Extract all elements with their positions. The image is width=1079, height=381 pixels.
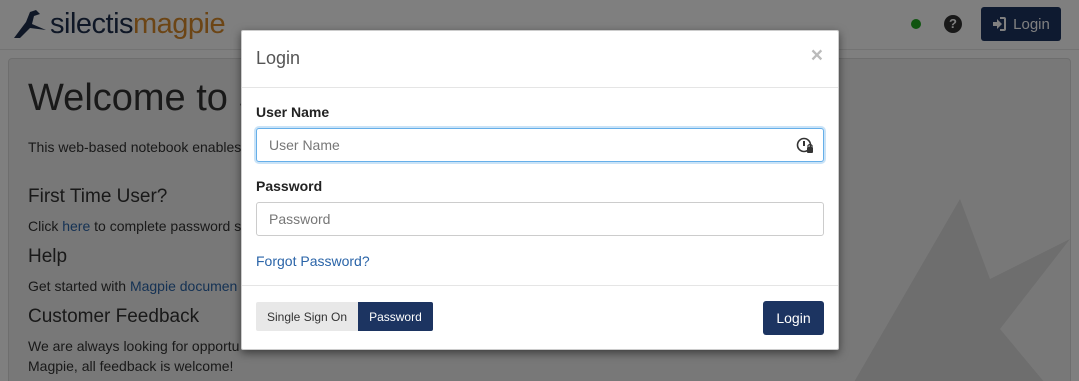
password-manager-icon[interactable]	[796, 137, 814, 155]
close-icon[interactable]: ×	[811, 45, 823, 66]
username-input[interactable]	[256, 128, 824, 162]
modal-header: Login ×	[242, 31, 838, 88]
modal-title: Login	[256, 48, 301, 68]
auth-mode-toggle: Single Sign On Password	[256, 302, 433, 331]
single-sign-on-option[interactable]: Single Sign On	[256, 302, 359, 331]
login-modal: Login × User Name Password Forgot Passwo…	[241, 30, 839, 350]
password-option[interactable]: Password	[358, 302, 433, 331]
password-input[interactable]	[256, 202, 824, 236]
login-submit-button[interactable]: Login	[763, 301, 824, 335]
password-label: Password	[256, 178, 323, 194]
username-label: User Name	[256, 104, 330, 120]
forgot-password-link[interactable]: Forgot Password?	[256, 253, 370, 269]
modal-footer: Single Sign On Password Login	[242, 285, 838, 351]
